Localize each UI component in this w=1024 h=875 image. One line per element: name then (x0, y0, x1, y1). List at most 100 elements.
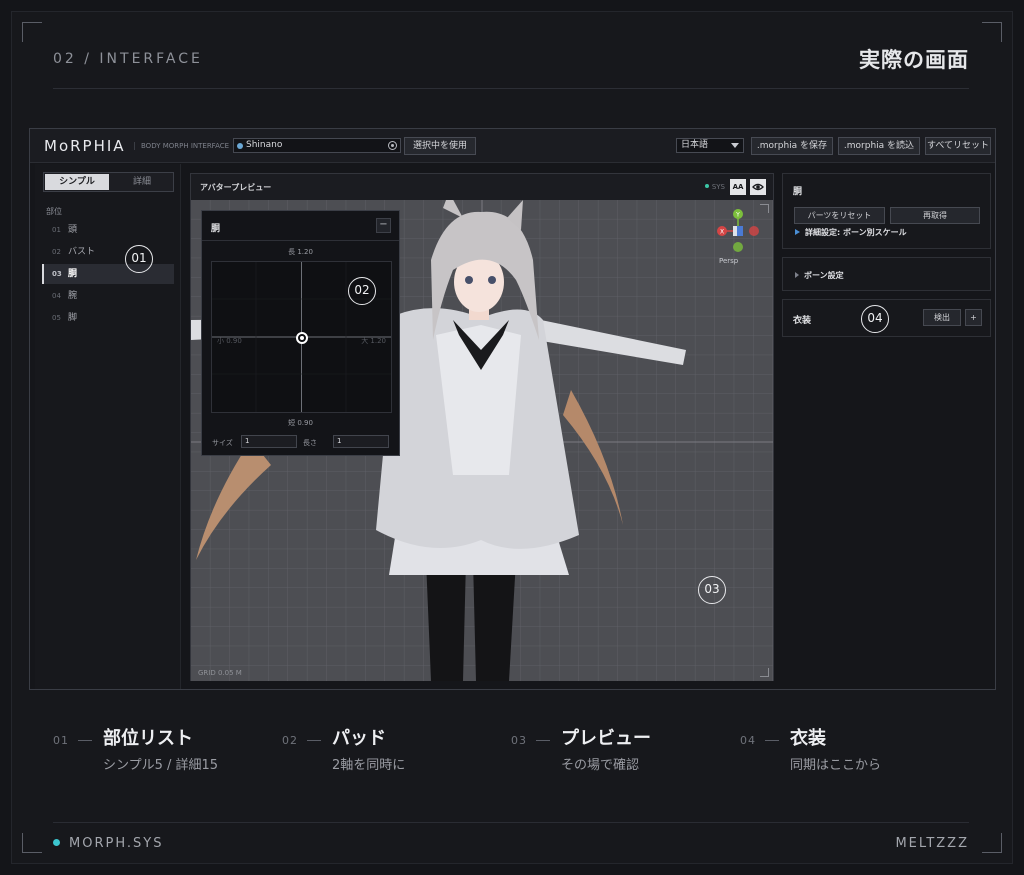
part-settings-title: 胴 (793, 187, 803, 197)
legend-title: プレビュー (561, 728, 651, 749)
corner-mark (982, 22, 1002, 42)
pad-axis-top-label: 長 1.20 (288, 248, 313, 256)
sidebar-item-arm[interactable]: 04 腕 (42, 286, 174, 306)
avatar-preview-panel: アバタープレビュー SYS AA GRID 0.05 M Y X Persp 胴… (190, 173, 774, 681)
footer-credit: MELTZZZ (895, 836, 969, 851)
length-label: 長さ (303, 439, 317, 447)
corner-mark (22, 833, 42, 853)
legend-number: 02 (282, 734, 298, 747)
bone-settings-section[interactable]: ボーン設定 (782, 257, 991, 291)
orientation-gizmo[interactable]: Y X (715, 208, 761, 254)
app-subtitle: BODY MORPH INTERFACE (134, 142, 229, 150)
app-window: MoRPHIA BODY MORPH INTERFACE Shinano 選択中… (29, 128, 996, 690)
avatar-field[interactable]: Shinano (233, 138, 401, 153)
footer-brand: MORPH.SYS (53, 836, 163, 851)
callout-badge: 04 (861, 305, 889, 333)
pad-handle[interactable] (296, 332, 308, 344)
legend-title: 部位リスト (103, 728, 193, 749)
mode-toggle: シンプル 詳細 (43, 172, 174, 192)
eye-icon (752, 183, 764, 191)
legend-dash (765, 740, 779, 741)
use-selected-button[interactable]: 選択中を使用 (404, 137, 476, 155)
part-list-sidebar: シンプル 詳細 部位 01 頭 02 バスト 03 胴 04 腕 05 脚 (35, 164, 181, 689)
divider (53, 88, 969, 89)
page-title: 実際の画面 (859, 48, 969, 72)
legend-dash (536, 740, 550, 741)
pad-axis-right-label: 大 1.20 (361, 337, 386, 345)
legend-dash (78, 740, 92, 741)
divider (202, 240, 399, 241)
legend-number: 01 (53, 734, 69, 747)
status-dot-icon (53, 839, 60, 846)
visibility-button[interactable] (750, 179, 766, 195)
morph-pad-panel: 胴 − 長 1.20 小 0.90 大 1.20 短 0.90 サイズ 1 長さ… (201, 210, 400, 456)
pad-axis-left-label: 小 0.90 (217, 337, 242, 345)
preview-header: アバタープレビュー SYS AA (191, 174, 773, 200)
item-number: 02 (52, 248, 61, 256)
gizmo-view-label: Persp (719, 257, 739, 265)
item-number: 05 (52, 314, 61, 322)
pad-axis-bottom-label: 短 0.90 (288, 419, 313, 427)
add-outfit-button[interactable]: + (965, 309, 982, 326)
advanced-settings-link[interactable]: 詳細設定: ボーン別スケール (795, 227, 907, 238)
legend-subtitle: 同期はここから (790, 758, 882, 773)
sidebar-item-bust[interactable]: 02 バスト (42, 242, 174, 262)
mode-detail-tab[interactable]: 詳細 (110, 173, 174, 191)
part-settings-card: 胴 パーツをリセット 再取得 詳細設定: ボーン別スケール (782, 173, 991, 249)
3d-viewport[interactable]: GRID 0.05 M Y X Persp 胴 − 長 1.20 小 0.90 … (191, 200, 773, 681)
callout-badge: 01 (125, 245, 153, 273)
language-select[interactable]: 日本語 (676, 138, 744, 153)
callout-badge: 03 (698, 576, 726, 604)
reset-all-button[interactable]: すべてリセット (925, 137, 991, 155)
preview-title: アバタープレビュー (200, 183, 272, 192)
item-label: 腕 (68, 291, 78, 301)
gizmo-x-label: X (720, 229, 724, 236)
viewport-corner (760, 668, 769, 677)
grid-scale-label: GRID 0.05 M (198, 669, 242, 677)
gizmo-y-label: Y (735, 212, 740, 219)
avatar-icon (237, 143, 243, 149)
save-morphia-button[interactable]: .morphia を保存 (751, 137, 833, 155)
corner-mark (982, 833, 1002, 853)
avatar-value: Shinano (246, 140, 283, 150)
bone-settings-toggle[interactable]: ボーン設定 (795, 270, 844, 281)
callout-badge: 02 (348, 277, 376, 305)
footer-brand-label: MORPH.SYS (69, 836, 164, 851)
sys-status: SYS (705, 183, 725, 191)
legend-number: 03 (511, 734, 527, 747)
reacquire-button[interactable]: 再取得 (890, 207, 980, 224)
mode-simple-tab[interactable]: シンプル (45, 174, 109, 190)
divider (53, 822, 969, 823)
sidebar-item-leg[interactable]: 05 脚 (42, 308, 174, 328)
item-number: 04 (52, 292, 61, 300)
item-label: 頭 (68, 225, 78, 235)
part-list-heading: 部位 (46, 207, 62, 216)
sidebar-item-torso[interactable]: 03 胴 (42, 264, 174, 284)
legend-number: 04 (740, 734, 756, 747)
legend-title: パッド (332, 728, 386, 749)
legend-subtitle: その場で確認 (561, 758, 640, 773)
length-field[interactable]: 1 (333, 435, 389, 448)
item-number: 01 (52, 226, 61, 234)
size-field[interactable]: 1 (241, 435, 297, 448)
antialias-button[interactable]: AA (730, 179, 746, 195)
legend-subtitle: 2軸を同時に (332, 758, 406, 773)
pad-title: 胴 (211, 224, 221, 234)
sidebar-item-head[interactable]: 01 頭 (42, 220, 174, 240)
item-label: 脚 (68, 313, 78, 323)
reset-parts-button[interactable]: パーツをリセット (794, 207, 885, 224)
viewport-corner (760, 204, 769, 213)
outfit-title: 衣装 (793, 316, 812, 326)
corner-mark (22, 22, 42, 42)
item-label: 胴 (68, 269, 78, 279)
chevron-down-icon (731, 143, 739, 148)
item-label: バスト (68, 247, 96, 257)
app-logo: MoRPHIA (44, 137, 126, 155)
minimize-button[interactable]: − (376, 218, 391, 233)
legend-subtitle: シンプル5 / 詳細15 (103, 758, 219, 773)
load-morphia-button[interactable]: .morphia を読込 (838, 137, 920, 155)
object-picker-icon[interactable] (388, 141, 397, 150)
detect-button[interactable]: 検出 (923, 309, 961, 326)
section-tag: 02 / INTERFACE (53, 51, 203, 67)
language-value: 日本語 (681, 140, 709, 150)
